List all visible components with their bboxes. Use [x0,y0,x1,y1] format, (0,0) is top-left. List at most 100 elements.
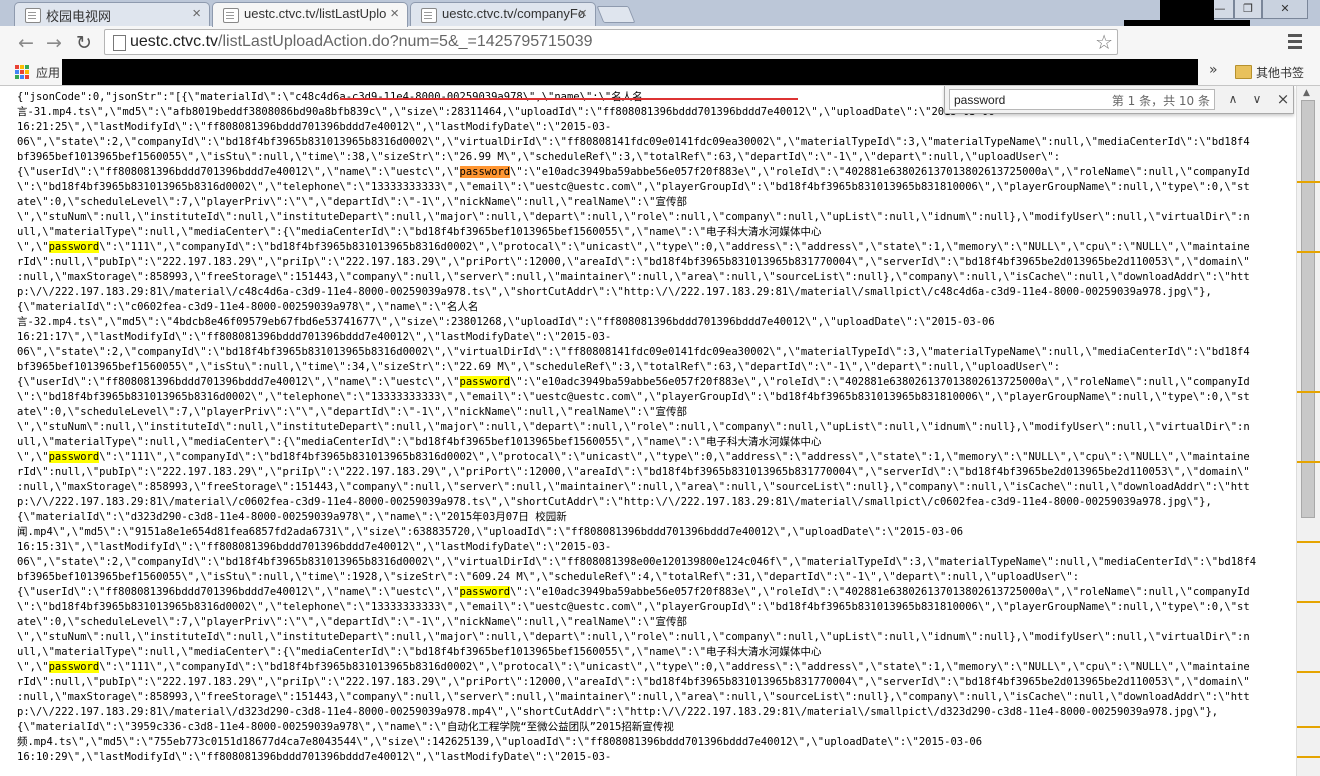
json-text: rId\":null,\"pubIp\":\"222.197.183.29\",… [17,256,1250,268]
apps-label[interactable]: 应用 [36,64,60,81]
json-text-line: \",\"password\":\"111\",\"companyId\":\"… [17,240,1250,255]
bookmark-star-icon[interactable]: ☆ [1095,30,1113,54]
find-result-marker [1297,756,1320,758]
find-match-highlight: password [459,376,511,388]
json-text-line: bf3965bef1013965bef1560055\",\"isStu\":n… [17,570,1079,585]
redaction-bar [1160,0,1214,20]
vertical-scrollbar[interactable]: ▲ [1296,86,1320,776]
json-text: \":\"111\",\"companyId\":\"bd18f4bf3965b… [99,451,1250,463]
json-text: bf3965bef1013965bef1560055\",\"isStu\":n… [17,361,1061,373]
apps-icon[interactable] [15,65,29,79]
json-text-line: rId\":null,\"pubIp\":\"222.197.183.29\",… [17,465,1250,480]
json-text: 06\",\"state\":2,\"companyId\":\"bd18f4b… [17,346,1250,358]
json-text: bf3965bef1013965bef1560055\",\"isStu\":n… [17,151,1061,163]
tab-campus-tv[interactable]: 校园电视网 × [14,2,210,26]
json-text-line: :null,\"maxStorage\":858993,\"freeStorag… [17,690,1250,705]
tab-list-last-upload[interactable]: uestc.ctvc.tv/listLastUplo × [212,2,408,27]
json-text: \":\"bd18f4bf3965b831013965b8316d0002\",… [17,181,1250,193]
find-result-marker [1297,181,1320,183]
find-result-marker [1297,726,1320,728]
red-annotation-underline [340,98,798,100]
json-text-line: \":\"bd18f4bf3965b831013965b8316d0002\",… [17,180,1250,195]
find-match-count: 第 1 条，共 10 条 [1111,94,1210,108]
json-text-line: 06\",\"state\":2,\"companyId\":\"bd18f4b… [17,555,1256,570]
reload-button[interactable]: ↻ [72,31,96,55]
back-button[interactable]: ← [14,31,38,55]
close-window-button[interactable]: ✕ [1262,0,1308,19]
json-text-line: 言-31.mp4.ts\",\"md5\":\"afb8019beddf3808… [17,105,995,120]
tab-label: uestc.ctvc.tv/listLastUplo [244,6,387,21]
json-text-line: 16:10:29\",\"lastModifyId\":\"ff80808139… [17,750,611,765]
json-text: \",\" [17,241,49,253]
json-text-line: \":\"bd18f4bf3965b831013965b8316d0002\",… [17,600,1250,615]
scroll-up-arrow-icon[interactable]: ▲ [1303,88,1310,98]
json-text-line: :null,\"maxStorage\":858993,\"freeStorag… [17,480,1250,495]
tab-company[interactable]: uestc.ctvc.tv/companyFo × [410,2,596,26]
page-favicon-icon [25,8,41,23]
json-text: \":\"111\",\"companyId\":\"bd18f4bf3965b… [99,241,1250,253]
json-text-line: ate\":0,\"scheduleLevel\":7,\"playerPriv… [17,195,687,210]
forward-button[interactable]: → [42,31,66,55]
find-result-marker [1297,391,1320,393]
browser-toolbar: ← → ↻ uestc.ctvc.tv/listLastUploadAction… [0,26,1320,59]
find-next-chevron-icon[interactable]: ∨ [1245,89,1269,110]
window-controls: — ❐ ✕ [1206,0,1308,19]
json-text: 16:21:17\",\"lastModifyId\":\"ff80808139… [17,331,612,343]
tab-label: uestc.ctvc.tv/companyFo [442,6,586,21]
new-tab-button[interactable] [596,6,636,23]
json-text-line: ull,\"materialType\":null,\"mediaCenter\… [17,645,822,660]
other-bookmarks[interactable]: 其他书签 [1256,64,1304,81]
json-text-line: rId\":null,\"pubIp\":\"222.197.183.29\",… [17,255,1250,270]
json-text-line: 16:21:17\",\"lastModifyId\":\"ff80808139… [17,330,611,345]
restore-button[interactable]: ❐ [1234,0,1262,19]
json-text-line: {\"userId\":\"ff808081396bddd701396bddd7… [17,585,1250,600]
find-match-highlight: password [459,586,511,598]
tab-close-icon[interactable]: × [192,5,201,22]
json-text-line: \",\"password\":\"111\",\"companyId\":\"… [17,450,1250,465]
json-text-line: ate\":0,\"scheduleLevel\":7,\"playerPriv… [17,405,687,420]
json-text: 16:21:25\",\"lastModifyId\":\"ff80808139… [17,121,612,133]
json-text-line: \",\"stuNum\":null,\"instituteId\":null,… [17,630,1250,645]
json-text: \":\"e10adc3949ba59abbe56e057f20f883e\",… [510,376,1250,388]
tab-close-icon[interactable]: × [390,5,399,22]
json-text-line: {\"materialId\":\"c0602fea-c3d9-11e4-800… [17,300,478,315]
json-text: ate\":0,\"scheduleLevel\":7,\"playerPriv… [17,616,687,628]
json-text-line: 06\",\"state\":2,\"companyId\":\"bd18f4b… [17,135,1250,150]
json-text: \":\"e10adc3949ba59abbe56e057f20f883e\",… [510,166,1250,178]
json-text-line: ull,\"materialType\":null,\"mediaCenter\… [17,225,822,240]
json-text: 言-32.mp4.ts\",\"md5\":\"4bdcb8e46f09579e… [17,316,995,328]
find-result-marker [1297,601,1320,603]
json-text-line: \":\"bd18f4bf3965b831013965b8316d0002\",… [17,390,1250,405]
bookmarks-overflow-chevron-icon[interactable]: » [1209,62,1218,78]
find-result-marker [1297,461,1320,463]
find-close-icon[interactable]: × [1271,89,1295,110]
json-text: \":\"bd18f4bf3965b831013965b8316d0002\",… [17,601,1250,613]
json-text: \":\"e10adc3949ba59abbe56e057f20f883e\",… [510,586,1250,598]
json-text: ull,\"materialType\":null,\"mediaCenter\… [17,226,822,238]
page-favicon-icon [421,8,437,23]
json-text: p:\/\/222.197.183.29:81\/material\/d323d… [17,706,1219,718]
find-previous-chevron-icon[interactable]: ∧ [1221,89,1245,110]
json-text: {\"userId\":\"ff808081396bddd701396bddd7… [17,586,460,598]
json-text-line: {\"userId\":\"ff808081396bddd701396bddd7… [17,165,1250,180]
tab-close-icon[interactable]: × [578,5,587,22]
json-text-line: ull,\"materialType\":null,\"mediaCenter\… [17,435,822,450]
json-text-line: bf3965bef1013965bef1560055\",\"isStu\":n… [17,360,1060,375]
find-bar: 第 1 条，共 10 条 ∧ ∨ × [944,86,1294,114]
json-text: \",\"stuNum\":null,\"instituteId\":null,… [17,631,1250,643]
json-text: \",\" [17,661,49,673]
find-match-highlight: password [48,241,100,253]
json-text: {\"materialId\":\"c0602fea-c3d9-11e4-800… [17,301,479,313]
json-text: bf3965bef1013965bef1560055\",\"isStu\":n… [17,571,1080,583]
json-text: {\"materialId\":\"3959c336-c3d8-11e4-800… [17,721,674,733]
chrome-menu-icon[interactable] [1288,34,1302,50]
address-bar[interactable]: uestc.ctvc.tv/listLastUploadAction.do?nu… [104,29,1118,55]
scrollbar-thumb[interactable] [1301,100,1315,518]
find-match-highlight: password [48,451,100,463]
json-text: p:\/\/222.197.183.29:81\/material\/c48c4… [17,286,1212,298]
json-text: :null,\"maxStorage\":858993,\"freeStorag… [17,481,1250,493]
find-box: 第 1 条，共 10 条 [949,89,1215,110]
find-input[interactable] [954,91,1104,108]
json-text: rId\":null,\"pubIp\":\"222.197.183.29\",… [17,466,1250,478]
json-text-line: ate\":0,\"scheduleLevel\":7,\"playerPriv… [17,615,687,630]
